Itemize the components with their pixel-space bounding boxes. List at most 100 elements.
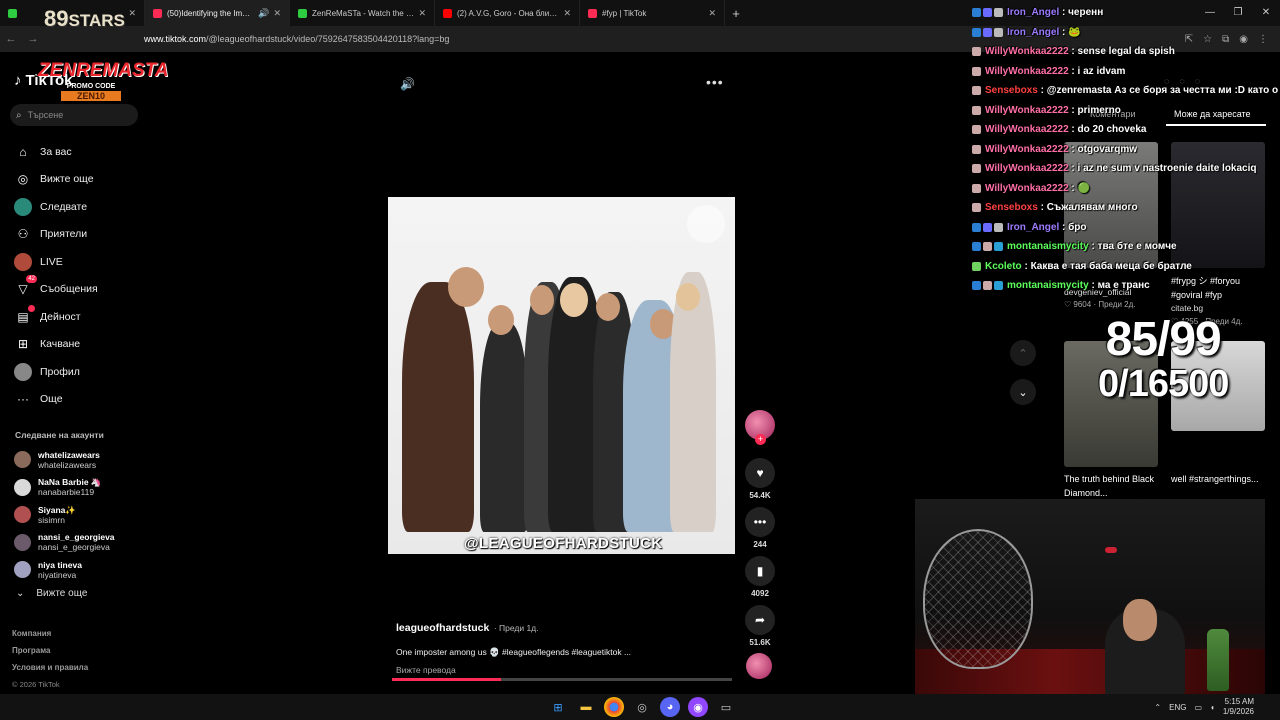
video-player[interactable]: @LEAGUEOFHARDSTUCK — [388, 197, 735, 554]
author-name[interactable]: leagueofhardstuck — [396, 622, 489, 634]
chat-message: WillyWonkaa2222 : 🟢 — [972, 179, 1280, 199]
more-options-icon[interactable]: ••• — [706, 74, 724, 90]
sidebar-item[interactable]: ⊞ Качване — [14, 331, 98, 359]
forward-icon[interactable]: → — [22, 33, 44, 45]
obs-icon[interactable]: ◎ — [632, 697, 652, 717]
comment-button[interactable]: ••• 244 — [744, 507, 776, 549]
sidebar-item-label: Вижте още — [40, 173, 94, 186]
tray-chevron-icon[interactable]: ⌃ — [1154, 703, 1161, 712]
file-explorer-icon[interactable]: ▬ — [576, 697, 596, 717]
search-input[interactable]: ⌕ Търсене — [10, 104, 138, 126]
chat-message: Senseboxs : @zenremasta Аз се боря за че… — [972, 81, 1280, 101]
sidebar-item[interactable]: ⌂ За вас — [14, 138, 98, 166]
save-count: 4092 — [751, 589, 769, 598]
sidebar-item-label: Качване — [40, 338, 81, 351]
promo-code: ZEN10 — [61, 91, 121, 101]
chat-separator: : — [1059, 26, 1069, 38]
previous-video-button[interactable]: ⌃ — [1010, 340, 1036, 366]
music-disc-avatar[interactable] — [746, 653, 772, 679]
tab-close-icon[interactable]: ✕ — [563, 8, 571, 19]
twitch-icon[interactable]: ◉ — [688, 697, 708, 717]
sidebar-item[interactable]: ··· Още — [14, 386, 98, 414]
network-icon[interactable]: ▭ — [1194, 703, 1202, 712]
bookmark-icon: ▮ — [745, 556, 775, 586]
next-video-button[interactable]: ⌄ — [1010, 379, 1036, 405]
new-tab-button[interactable]: + — [725, 6, 747, 21]
chrome-icon[interactable] — [604, 697, 624, 717]
following-section-title: Следване на акаунти — [15, 430, 104, 440]
sidebar-item[interactable]: Следвате — [14, 193, 98, 221]
account-name: whatelizawears — [38, 449, 100, 460]
language-indicator[interactable]: ENG — [1169, 703, 1186, 712]
upload-icon: ⊞ — [17, 337, 29, 352]
profile-avatar — [14, 362, 32, 381]
chat-username: WillyWonkaa2222 — [985, 143, 1069, 155]
save-button[interactable]: ▮ 4092 — [744, 556, 776, 598]
footer-company[interactable]: Компания — [12, 629, 88, 646]
tab-close-icon[interactable]: ✕ — [273, 8, 281, 19]
promo-label: PROMO CODE — [66, 83, 116, 90]
streamer-webcam — [915, 499, 1265, 694]
browser-tab[interactable]: ZenReMaSTa - Watch the VOD ✕ — [290, 0, 435, 26]
account-avatar — [14, 451, 31, 469]
browser-tab[interactable]: (2) A.V.G, Goro - Она близко (✕ — [435, 0, 580, 26]
back-icon[interactable]: ← — [0, 33, 22, 45]
goal-counter: 85/99 0/16500 — [1098, 315, 1229, 404]
browser-tab[interactable]: #fyp | TikTok ✕ — [580, 0, 725, 26]
friends-icon: ⚇ — [17, 227, 29, 242]
chat-username: Senseboxs — [985, 202, 1038, 214]
browser-tab[interactable]: (50)Identifying the Impost 🔊 ✕ — [145, 0, 290, 26]
chat-badge-icon — [972, 222, 981, 232]
tab-favicon-icon — [588, 8, 597, 18]
chat-username: WillyWonkaa2222 — [985, 163, 1069, 175]
chat-text: i az ne sum v nastroenie daite lokaciq — [1077, 163, 1257, 175]
clock[interactable]: 5:15 AM 1/9/2026 — [1223, 697, 1254, 717]
sidebar-item[interactable]: ◎ Вижте още — [14, 166, 98, 194]
sidebar-item[interactable]: Профил — [14, 358, 98, 386]
chat-text: i az idvam — [1077, 65, 1126, 77]
sidebar-item[interactable]: LIVE — [14, 248, 98, 276]
account-handle: nanabarbie119 — [38, 487, 95, 498]
footer-program[interactable]: Програма — [12, 646, 88, 663]
tab-audio-icon[interactable]: 🔊 — [258, 8, 269, 19]
tab-close-icon[interactable]: ✕ — [128, 8, 136, 19]
chat-message: montanaismycity : тва бте е момче — [972, 237, 1280, 257]
chat-badge-icon — [983, 242, 992, 252]
creator-avatar-button[interactable]: + — [744, 410, 776, 445]
clock-date: 1/9/2026 — [1222, 707, 1254, 716]
tab-close-icon[interactable]: ✕ — [708, 8, 716, 19]
chat-message: Kcoleto : Каква е тая баба меца бе братл… — [972, 257, 1280, 277]
chat-badge-icon — [972, 164, 981, 174]
person-head — [530, 285, 554, 315]
followed-account[interactable]: niya tineva niyatineva — [14, 556, 115, 584]
terminal-icon[interactable]: ▭ — [716, 697, 736, 717]
share-button[interactable]: ➦ 51.6K — [744, 605, 776, 647]
speaker-icon[interactable]: ◖ — [1210, 703, 1215, 712]
see-more-accounts[interactable]: ⌄ Вижте още — [16, 588, 87, 599]
followed-account[interactable]: nansi_e_georgieva nansi_e_georgieva — [14, 529, 115, 557]
person-head — [560, 283, 588, 317]
chat-message: Iron_Angel : 🐸 — [972, 23, 1280, 43]
stream-chat: Iron_Angel : черенн Iron_Angel : 🐸 WillyWo… — [972, 3, 1280, 296]
footer-terms[interactable]: Условия и правила — [12, 663, 88, 680]
follow-plus-icon[interactable]: + — [755, 434, 766, 445]
windows-start-icon[interactable]: ⊞ — [548, 697, 568, 717]
followed-account[interactable]: whatelizawears whatelizawears — [14, 446, 115, 474]
chat-text: primerno — [1077, 104, 1121, 116]
sidebar-item[interactable]: ▤ Дейност — [14, 303, 98, 331]
see-translation-link[interactable]: Вижте превода — [396, 665, 736, 675]
url-field[interactable]: www.tiktok.com/@leagueofhardstuck/video/… — [144, 34, 449, 44]
like-button[interactable]: ♥ 54.4K — [744, 458, 776, 500]
sidebar-item[interactable]: ⚇ Приятели — [14, 221, 98, 249]
webcam-light — [1105, 547, 1117, 553]
chat-text: sense legal da spish — [1077, 46, 1175, 58]
card-title[interactable]: The truth behind Black Diamond... — [1064, 472, 1160, 500]
tab-close-icon[interactable]: ✕ — [418, 8, 426, 19]
discord-icon[interactable]: ◕ — [660, 697, 680, 717]
followed-account[interactable]: NaNa Barbie 🦄 nanabarbie119 — [14, 474, 115, 502]
video-progress-bar[interactable] — [392, 678, 732, 681]
volume-icon[interactable]: 🔊 — [400, 77, 415, 91]
sidebar-item[interactable]: ▽ 42 Съобщения — [14, 275, 98, 304]
card-title[interactable]: well #strangerthings... — [1171, 472, 1267, 486]
followed-account[interactable]: Siyana✨ sisimrn — [14, 501, 115, 529]
